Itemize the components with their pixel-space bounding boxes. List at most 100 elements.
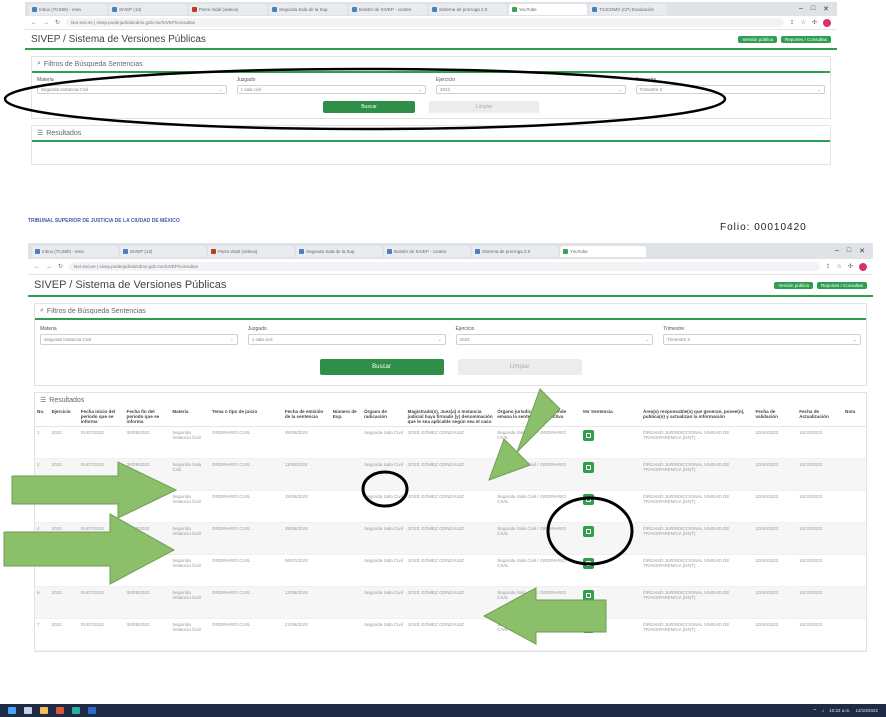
top-tab-5[interactable]: Sistema de prorroga 2.0 [429, 3, 507, 15]
top-tab-4[interactable]: Boletín de SIVEP - conten [349, 3, 427, 15]
table-cell: 1 [35, 426, 50, 459]
table-cell: JOSÉ GÓMEZ GONZÁLEZ [405, 458, 496, 491]
close-icon[interactable]: ✕ [859, 247, 865, 255]
bottom-tab-0[interactable]: Inbox (70,580) - ema [32, 245, 118, 257]
reload-icon[interactable]: ↻ [55, 19, 60, 26]
maximize-icon[interactable]: □ [847, 247, 851, 255]
puzzle-icon[interactable]: ✣ [812, 19, 817, 27]
url-field[interactable]: Not secure | sivep.poderjudicialcdmx.gob… [66, 18, 784, 27]
clock-date[interactable]: 12/10/2022 [855, 708, 878, 713]
mail-favicon-icon [35, 248, 40, 254]
trimestre-select[interactable]: Trimestre 3 ⌄ [635, 85, 825, 94]
table-cell [330, 554, 362, 587]
maximize-icon[interactable]: □ [811, 5, 815, 13]
ver-sentencia-cell [580, 554, 641, 587]
version-publica-button[interactable]: Versión pública [774, 281, 813, 289]
bottom-tab-1[interactable]: SIVEP (13) [120, 245, 206, 257]
select-value: 2022 [459, 337, 470, 342]
puzzle-icon[interactable]: ✣ [848, 263, 853, 271]
share-icon[interactable]: ⇪ [790, 19, 795, 27]
filter-buttons: Buscar Limpiar [35, 351, 866, 385]
table-cell: 2022 [49, 554, 79, 587]
forward-icon[interactable]: → [43, 20, 49, 26]
extension-area: ⇪ ☆ ✣ [826, 262, 867, 271]
juzgado-select[interactable]: 1 sala civil ⌄ [236, 85, 426, 94]
reload-icon[interactable]: ↻ [58, 263, 63, 270]
bottom-tab-5[interactable]: Sistema de prorroga 2.0 [472, 245, 558, 257]
document-icon [585, 529, 591, 534]
share-icon[interactable]: ⇪ [826, 263, 831, 271]
table-cell: 30/09/2022 [124, 586, 171, 619]
url-field[interactable]: Not secure | sivep.poderjudicialcdmx.gob… [69, 262, 820, 271]
document-icon [585, 497, 591, 502]
top-tab-6[interactable]: YouTube [509, 3, 587, 15]
clear-button[interactable]: Limpiar [429, 101, 539, 113]
bottom-tab-3[interactable]: Segunda Sala de la Sup [296, 245, 382, 257]
ejercicio-select[interactable]: 2022 ⌄ [436, 85, 626, 94]
network-icon[interactable]: ⌔ [813, 708, 817, 714]
back-icon[interactable]: ← [34, 264, 40, 270]
materia-select[interactable]: Segunda Instancia Civil ⌄ [40, 334, 238, 345]
version-publica-button[interactable]: Versión pública [738, 35, 777, 43]
materia-select[interactable]: Segunda Instancia Civil ⌄ [37, 85, 227, 94]
minimize-icon[interactable]: – [835, 247, 839, 255]
bottom-tab-bar: Inbox (70,580) - ema SIVEP (13) Parra Vi… [28, 243, 873, 259]
top-tab-3[interactable]: Segunda Sala de la Sup [269, 3, 347, 15]
star-icon[interactable]: ☆ [837, 263, 842, 271]
filter-ejercicio: Ejercicio 2022 ⌄ [455, 326, 654, 345]
ver-sentencia-button[interactable] [582, 558, 594, 569]
filter-label: Ejercicio [436, 77, 455, 83]
ver-sentencia-button[interactable] [582, 622, 594, 633]
chrome-icon[interactable] [56, 707, 64, 714]
top-tab-1[interactable]: SIVEP (13) [109, 3, 187, 15]
table-cell: JOSÉ GÓMEZ GONZÁLEZ [405, 522, 496, 555]
juzgado-select[interactable]: 1 sala civil ⌄ [247, 334, 446, 345]
ver-sentencia-button[interactable] [582, 462, 594, 473]
search-icon[interactable] [24, 707, 32, 714]
forward-icon[interactable]: → [46, 264, 52, 270]
close-icon[interactable]: ✕ [823, 5, 829, 13]
profile-avatar[interactable] [859, 262, 867, 271]
volume-icon[interactable]: ♪ [822, 708, 824, 713]
top-tab-2[interactable]: Parra Vidal (videos) [189, 3, 267, 15]
back-icon[interactable]: ← [31, 20, 37, 26]
tab-label: Segunda Sala de la Sup [279, 6, 328, 12]
clear-button[interactable]: Limpiar [457, 359, 582, 375]
table-cell: 4 [35, 522, 50, 555]
star-icon[interactable]: ☆ [801, 19, 806, 27]
tab-label: Segunda Sala de la Sup [306, 248, 355, 254]
bottom-tab-6[interactable]: YouTube [560, 245, 646, 257]
nota-cell [843, 458, 866, 491]
ver-sentencia-button[interactable] [582, 590, 594, 601]
table-cell: 10/10/2022 [753, 586, 798, 619]
minimize-icon[interactable]: – [799, 5, 803, 13]
ver-sentencia-cell [580, 490, 641, 523]
filter-ejercicio: Ejercicio 2022 ⌄ [436, 77, 626, 94]
nota-cell [843, 554, 866, 587]
search-button[interactable]: Buscar [323, 101, 415, 113]
column-header: Órgano de radicación [361, 407, 406, 427]
profile-avatar[interactable] [823, 18, 831, 27]
windows-start-icon[interactable] [8, 707, 16, 714]
reportes-button[interactable]: Reportes / Consultas [816, 281, 867, 289]
ver-sentencia-button[interactable] [582, 430, 594, 441]
table-cell: JOSÉ GÓMEZ GONZÁLEZ [405, 618, 496, 651]
edge-icon[interactable] [72, 707, 80, 714]
file-explorer-icon[interactable] [40, 707, 48, 714]
top-tab-7[interactable]: TSJCDMX (CP) Evaluación [589, 3, 667, 15]
word-icon[interactable] [88, 707, 96, 714]
top-address-bar: ← → ↻ Not secure | sivep.poderjudicialcd… [25, 16, 837, 30]
table-cell: Segunda Instancia Civil [170, 618, 210, 651]
footer-link[interactable]: TRIBUNAL SUPERIOR DE JUSTICIA DE LA CIUD… [28, 218, 180, 224]
bottom-tab-4[interactable]: Boletín de SIVEP - conten [384, 245, 470, 257]
ver-sentencia-button[interactable] [582, 494, 594, 505]
trimestre-select[interactable]: Trimestre 3 ⌄ [663, 334, 861, 345]
ejercicio-select[interactable]: 2022 ⌄ [455, 334, 654, 345]
top-tab-0[interactable]: Inbox (70,580) - ema [29, 3, 107, 15]
ver-sentencia-button[interactable] [582, 526, 594, 537]
search-button[interactable]: Buscar [319, 359, 444, 375]
bottom-tab-2[interactable]: Parra Vidal (videos) [208, 245, 294, 257]
clock-time[interactable]: 10:22 a.m. [829, 708, 850, 713]
reportes-button[interactable]: Reportes / Consultas [780, 35, 831, 43]
doc-favicon-icon [112, 6, 117, 12]
